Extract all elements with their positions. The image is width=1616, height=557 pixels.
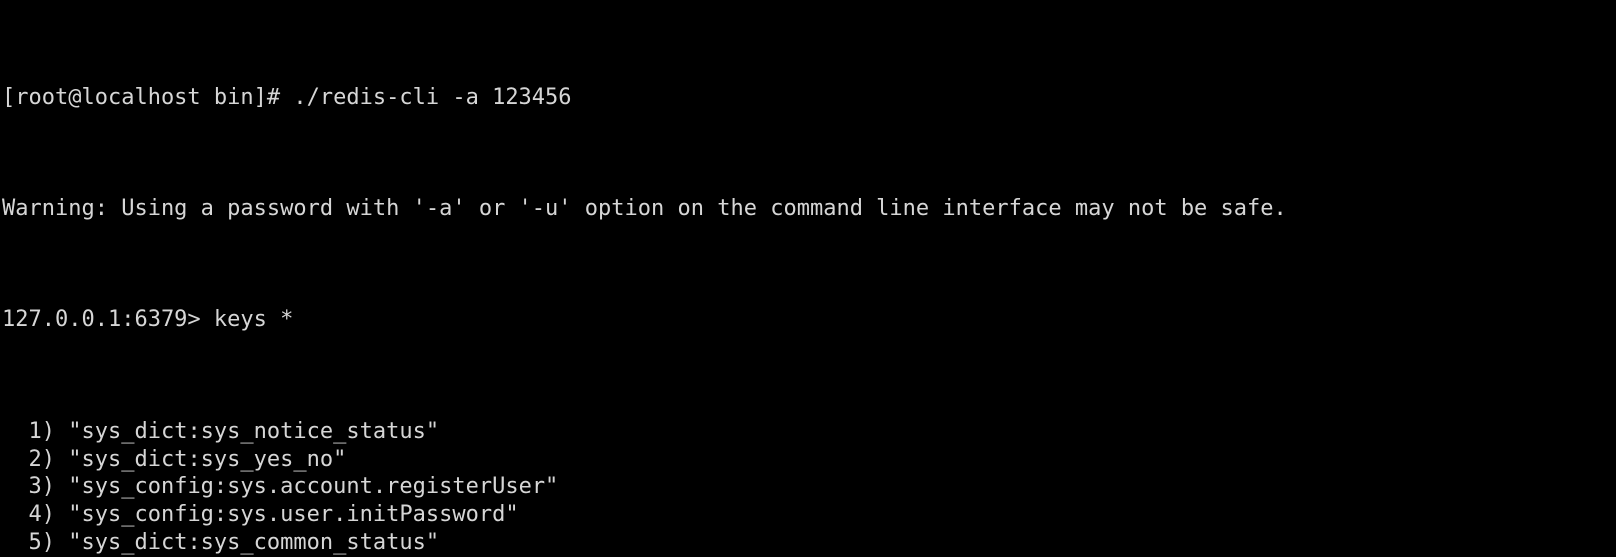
redis-keys-output-list: 1) "sys_dict:sys_notice_status" 2) "sys_… <box>0 418 1616 557</box>
key-list-item: 1) "sys_dict:sys_notice_status" <box>0 418 1616 446</box>
key-list-item-value: "sys_dict:sys_yes_no" <box>68 446 347 472</box>
redis-keys-command-line: 127.0.0.1:6379> keys * <box>0 306 1616 334</box>
warning-text: Warning: Using a password with '-a' or '… <box>2 195 1287 221</box>
key-list-item: 2) "sys_dict:sys_yes_no" <box>0 446 1616 474</box>
keys-command-text: 127.0.0.1:6379> keys * <box>2 307 294 333</box>
key-list-item: 3) "sys_config:sys.account.registerUser" <box>0 473 1616 501</box>
key-list-item-value: "sys_config:sys.user.initPassword" <box>68 502 519 528</box>
key-list-item-index: 5) <box>2 530 55 556</box>
key-list-item-index: 3) <box>2 474 55 500</box>
key-list-item-value: "sys_dict:sys_common_status" <box>68 530 440 556</box>
key-list-item-value: "sys_config:sys.account.registerUser" <box>68 474 559 500</box>
key-list-item-index: 4) <box>2 502 55 528</box>
terminal-window[interactable]: [root@localhost bin]# ./redis-cli -a 123… <box>0 0 1616 557</box>
key-list-item: 5) "sys_dict:sys_common_status" <box>0 529 1616 557</box>
key-list-item: 4) "sys_config:sys.user.initPassword" <box>0 501 1616 529</box>
key-list-item-index: 1) <box>2 418 55 444</box>
key-list-item-index: 2) <box>2 446 55 472</box>
shell-command-text: [root@localhost bin]# ./redis-cli -a 123… <box>2 84 572 110</box>
shell-command-line: [root@localhost bin]# ./redis-cli -a 123… <box>0 84 1616 112</box>
redis-password-warning-line: Warning: Using a password with '-a' or '… <box>0 195 1616 223</box>
key-list-item-value: "sys_dict:sys_notice_status" <box>68 418 440 444</box>
